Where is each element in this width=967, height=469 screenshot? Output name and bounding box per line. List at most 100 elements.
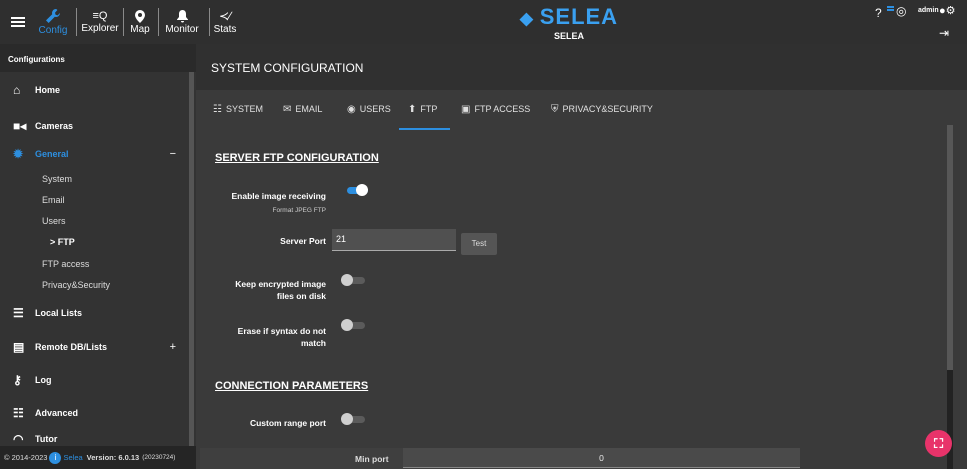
bell-icon bbox=[176, 9, 188, 22]
enable-image-sublabel: Format JPEG FTP bbox=[272, 207, 326, 214]
tab-email[interactable]: ✉ EMAIL bbox=[283, 104, 322, 130]
sidebar-item-label: General bbox=[35, 149, 69, 159]
tab-ftp-access[interactable]: ▣ FTP ACCESS bbox=[461, 104, 530, 130]
tab-ftp[interactable]: ⬆ FTP bbox=[399, 104, 450, 130]
list-icon: ☰ bbox=[13, 306, 24, 320]
main-panel: SYSTEM CONFIGURATION ☷ SYSTEM ✉ EMAIL ◉ USE… bbox=[196, 44, 967, 469]
connection-section-title: CONNECTION PARAMETERS bbox=[215, 380, 369, 392]
key-icon: ⚷ bbox=[13, 373, 22, 387]
nav-stats-label: Stats bbox=[213, 24, 237, 35]
nav-config[interactable]: Config bbox=[36, 0, 70, 44]
camera-icon: ■◂ bbox=[13, 119, 27, 133]
server-port-label: Server Port bbox=[280, 236, 326, 246]
sidebar-heading: Configurations bbox=[0, 44, 196, 72]
tab-label: SYSTEM bbox=[225, 104, 263, 114]
help-icon[interactable]: ? bbox=[875, 6, 882, 20]
fullscreen-icon: ⛶ bbox=[933, 436, 944, 451]
explorer-icon: ≡Q bbox=[92, 10, 108, 22]
sidebar-item-label: Advanced bbox=[35, 408, 79, 418]
wrench-icon bbox=[46, 9, 60, 23]
menu-icon[interactable] bbox=[8, 0, 28, 44]
scrollbar-thumb[interactable] bbox=[947, 370, 953, 469]
nav-stats[interactable]: ≺∕ Stats bbox=[212, 0, 238, 44]
keep-encrypted-toggle[interactable] bbox=[341, 274, 365, 286]
sidebar-item-label: Tutor bbox=[35, 434, 58, 444]
sidebar-scrollbar[interactable] bbox=[189, 72, 194, 469]
status-icon bbox=[887, 5, 895, 13]
sliders-icon: ☷ bbox=[13, 406, 24, 420]
info-icon: i bbox=[49, 451, 62, 464]
nav-config-label: Config bbox=[38, 25, 68, 36]
sidebar-item-local-lists[interactable]: ☰ Local Lists bbox=[0, 295, 190, 331]
expand-icon[interactable]: + bbox=[170, 341, 176, 353]
sidebar-item-general[interactable]: ✹ General − bbox=[0, 136, 190, 172]
tab-label: FTP ACCESS bbox=[474, 104, 531, 114]
keep-encrypted-label: Keep encrypted image files on disk bbox=[216, 278, 326, 302]
brand-logo: ◆ SELEA SELEA bbox=[509, 4, 629, 42]
nav-explorer[interactable]: ≡Q Explorer bbox=[80, 0, 120, 44]
tab-users[interactable]: ◉ USERS bbox=[347, 104, 391, 130]
fullscreen-button[interactable]: ⛶ bbox=[925, 430, 952, 457]
enable-image-toggle[interactable] bbox=[344, 184, 368, 196]
min-port-label: Min port bbox=[355, 454, 389, 464]
top-bar: Config ≡Q Explorer Map Monitor ≺∕ Stats … bbox=[0, 0, 967, 44]
sidebar-item-label: Local Lists bbox=[35, 308, 83, 318]
shield-icon: ⛨ bbox=[551, 104, 559, 115]
min-port-row: Min port 0 bbox=[200, 448, 800, 469]
erase-syntax-line1: Erase if syntax do not bbox=[237, 326, 326, 336]
erase-syntax-line2: match bbox=[300, 338, 326, 348]
keep-encrypted-line2: files on disk bbox=[276, 291, 326, 301]
custom-range-label: Custom range port bbox=[249, 418, 326, 428]
sidebar-item-label: Home bbox=[35, 85, 61, 95]
nav-map[interactable]: Map bbox=[127, 0, 153, 44]
erase-syntax-toggle[interactable] bbox=[341, 319, 365, 331]
enable-image-label: Enable image receiving bbox=[231, 191, 326, 201]
server-ftp-section-title: SERVER FTP CONFIGURATION bbox=[215, 152, 379, 164]
custom-range-toggle[interactable] bbox=[341, 413, 365, 425]
version-text: Version: 6.0.13 bbox=[86, 453, 140, 462]
logout-icon[interactable]: ⇥ bbox=[939, 26, 949, 40]
users-icon: ◉ bbox=[347, 104, 356, 115]
sidebar-sub-system[interactable]: System bbox=[42, 174, 72, 184]
brand-name: SELEA bbox=[539, 4, 619, 29]
main-scrollbar[interactable] bbox=[947, 125, 953, 469]
sidebar-item-home[interactable]: ⌂ Home bbox=[0, 72, 190, 108]
collapse-icon[interactable]: − bbox=[170, 148, 176, 160]
sidebar-item-advanced[interactable]: ☷ Advanced bbox=[0, 395, 190, 431]
gear-icon: ✹ bbox=[13, 147, 24, 161]
logo-icon: ◆ bbox=[519, 9, 540, 28]
sidebar-item-log[interactable]: ⚷ Log bbox=[0, 362, 190, 398]
tab-label: PRIVACY&SECURITY bbox=[562, 104, 653, 114]
footer-brand: Selea bbox=[63, 453, 83, 462]
version-footer: © 2014-2023 i Selea Version: 6.0.13 (202… bbox=[0, 446, 196, 469]
upload-icon: ⬆ bbox=[408, 104, 417, 115]
support-icon[interactable]: ◎ bbox=[896, 4, 906, 18]
ftp-access-icon: ▣ bbox=[461, 104, 471, 115]
sidebar-sub-privacy[interactable]: Privacy&Security bbox=[42, 280, 110, 290]
sliders-icon: ☷ bbox=[213, 104, 222, 115]
map-pin-icon bbox=[135, 9, 145, 23]
stats-icon: ≺∕ bbox=[218, 9, 232, 23]
tab-label: FTP bbox=[420, 104, 438, 114]
nav-monitor[interactable]: Monitor bbox=[160, 0, 204, 44]
nav-monitor-label: Monitor bbox=[165, 23, 199, 35]
tab-system[interactable]: ☷ SYSTEM bbox=[213, 104, 263, 130]
sidebar-sub-ftp[interactable]: > FTP bbox=[50, 237, 75, 247]
sidebar-sub-email[interactable]: Email bbox=[42, 195, 65, 205]
server-port-input[interactable]: 21 bbox=[332, 229, 456, 251]
sidebar-item-label: Log bbox=[35, 375, 52, 385]
sidebar-item-label: Remote DB/Lists bbox=[35, 342, 108, 352]
sidebar-sub-ftp-access[interactable]: FTP access bbox=[42, 259, 89, 269]
sidebar-sub-users[interactable]: Users bbox=[42, 216, 66, 226]
nav-map-label: Map bbox=[130, 23, 150, 35]
sidebar: Configurations ⌂ Home ■◂ Cameras ✹ Gener… bbox=[0, 44, 196, 469]
tab-label: EMAIL bbox=[295, 104, 323, 114]
test-button[interactable]: Test bbox=[461, 233, 497, 255]
tab-privacy-security[interactable]: ⛨ PRIVACY&SECURITY bbox=[551, 104, 653, 130]
brand-sub: SELEA bbox=[553, 31, 584, 41]
build-text: (20230724) bbox=[142, 454, 176, 461]
sidebar-item-remote-db[interactable]: ▤ Remote DB/Lists + bbox=[0, 329, 190, 365]
min-port-input[interactable]: 0 bbox=[403, 448, 800, 468]
copyright-text: © 2014-2023 bbox=[4, 453, 48, 462]
user-settings-icon[interactable]: ●⚙ bbox=[939, 4, 956, 17]
